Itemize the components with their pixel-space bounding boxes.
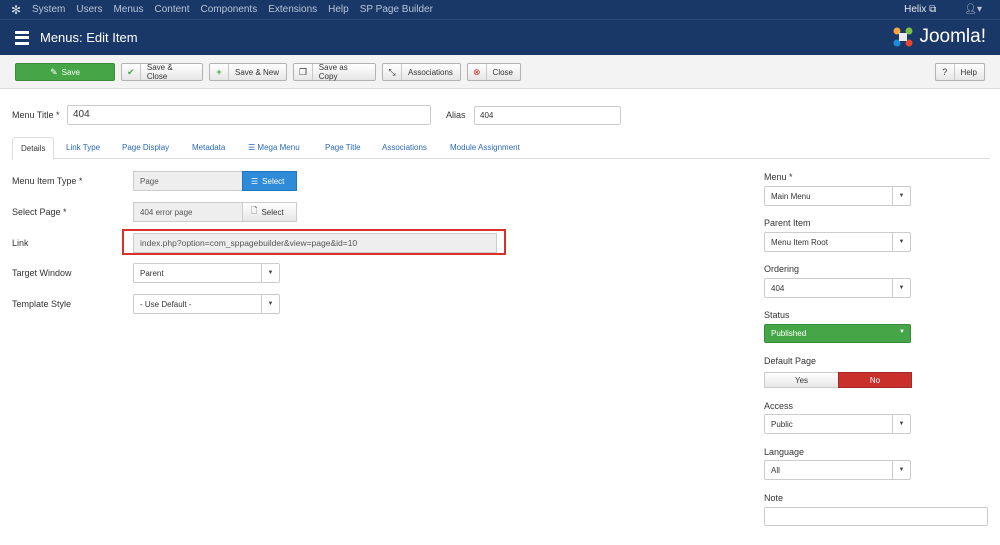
ordering-label: Ordering [764,264,800,274]
note-input[interactable] [764,507,988,526]
caret-down-icon: ▼ [892,279,910,297]
associations-button[interactable]: ⤡ Associations [382,63,461,81]
template-style-label: Template Style [12,299,72,309]
user-icon[interactable]: 👤︎▾ [964,4,982,15]
language-select[interactable]: All ▼ [764,460,911,480]
help-button[interactable]: ? Help [935,63,985,81]
page-header: Menus: Edit Item Joomla! [0,19,1000,55]
tab-page-display[interactable]: Page Display [122,137,169,159]
access-select[interactable]: Public ▼ [764,414,911,434]
joomla-logo-icon [893,27,913,47]
target-window-label: Target Window [12,268,72,278]
list-icon [15,30,29,45]
save-button[interactable]: ✎ Save [15,63,115,81]
close-button[interactable]: ⊗ Close [467,63,521,81]
plus-icon: + [210,64,229,80]
status-select[interactable]: Published ▼ [764,324,911,343]
caret-down-icon: ▼ [892,233,910,251]
caret-down-icon: ▼ [892,187,910,205]
tab-bar: Details Link Type Page Display Metadata … [12,137,990,160]
language-label: Language [764,447,805,457]
joomla-brand-text: Joomla! [919,26,986,47]
check-icon: ✔ [122,64,141,80]
toolbar: ✎ Save ✔ Save & Close + Save & New ❐ Sav… [0,55,1000,89]
menu-components[interactable]: Components [201,4,258,15]
external-link-icon: ⧉ [929,4,937,15]
default-page-label: Default Page [764,356,817,366]
menu-extensions[interactable]: Extensions [268,4,317,15]
target-window-select[interactable]: Parent ▼ [133,263,280,283]
link-label: Link [12,238,29,248]
caret-down-icon: ▼ [892,461,910,479]
tab-link-type[interactable]: Link Type [66,137,100,159]
alias-input[interactable]: 404 [474,106,621,125]
edit-icon: ✎ [50,66,58,77]
menu-item-type-select-button[interactable]: ☰ Select [242,171,297,191]
question-icon: ? [936,64,955,80]
tab-details[interactable]: Details [12,137,55,160]
site-link[interactable]: Helix ⧉ [904,4,936,15]
link-field: index.php?option=com_sppagebuilder&view=… [133,233,497,253]
ordering-select[interactable]: 404 ▼ [764,278,911,298]
close-icon: ⊗ [468,64,487,80]
template-style-select[interactable]: - Use Default - ▼ [133,294,280,314]
menu-menus[interactable]: Menus [113,4,143,15]
save-new-button[interactable]: + Save & New [209,63,287,81]
caret-down-icon: ▼ [892,415,910,433]
alias-label: Alias [446,110,466,120]
select-page-label: Select Page * [12,207,67,217]
save-copy-button[interactable]: ❐ Save as Copy [293,63,376,81]
menu-title-label: Menu Title * [12,110,60,120]
tab-metadata[interactable]: Metadata [192,137,225,159]
status-label: Status [764,310,790,320]
caret-down-icon: ▼ [899,329,905,335]
joomla-logo: Joomla! [891,25,986,49]
tab-module-assignment[interactable]: Module Assignment [450,137,520,159]
save-close-button[interactable]: ✔ Save & Close [121,63,203,81]
caret-down-icon: ▼ [261,295,279,313]
parent-item-label: Parent Item [764,218,811,228]
menu-help[interactable]: Help [328,4,349,15]
tab-associations[interactable]: Associations [382,137,427,159]
menu-label: Menu * [764,172,793,182]
menu-sp-page-builder[interactable]: SP Page Builder [360,4,433,15]
menu-item-type-field: Page [133,171,243,191]
default-yes-button[interactable]: Yes [764,372,839,388]
menu-system[interactable]: System [32,4,65,15]
menu-title-input[interactable]: 404 [67,105,431,125]
menu-content[interactable]: Content [154,4,189,15]
contract-icon: ⤡ [383,64,402,80]
default-no-button[interactable]: No [838,372,912,388]
joomla-icon[interactable]: ✻ [0,0,32,19]
file-icon: 🗋︎ [251,206,258,215]
page-title: Menus: Edit Item [40,30,138,45]
site-name: Helix [904,4,927,15]
copy-icon: ❐ [294,64,313,80]
menu-select[interactable]: Main Menu ▼ [764,186,911,206]
select-page-field: 404 error page [133,202,243,222]
tab-mega-menu[interactable]: ☰ Mega Menu [248,137,300,159]
note-label: Note [764,493,784,503]
menu-users[interactable]: Users [76,4,102,15]
access-label: Access [764,401,794,411]
list-icon: ☰ [251,176,259,186]
caret-down-icon: ▼ [261,264,279,282]
top-menu-bar: ✻ System Users Menus Content Components … [0,0,1000,19]
parent-item-select[interactable]: Menu Item Root ▼ [764,232,911,252]
tab-page-title[interactable]: Page Title [325,137,361,159]
list-icon: ☰ [248,143,256,152]
menu-item-type-label: Menu Item Type * [12,176,83,186]
select-page-button[interactable]: 🗋︎ Select [242,202,297,222]
